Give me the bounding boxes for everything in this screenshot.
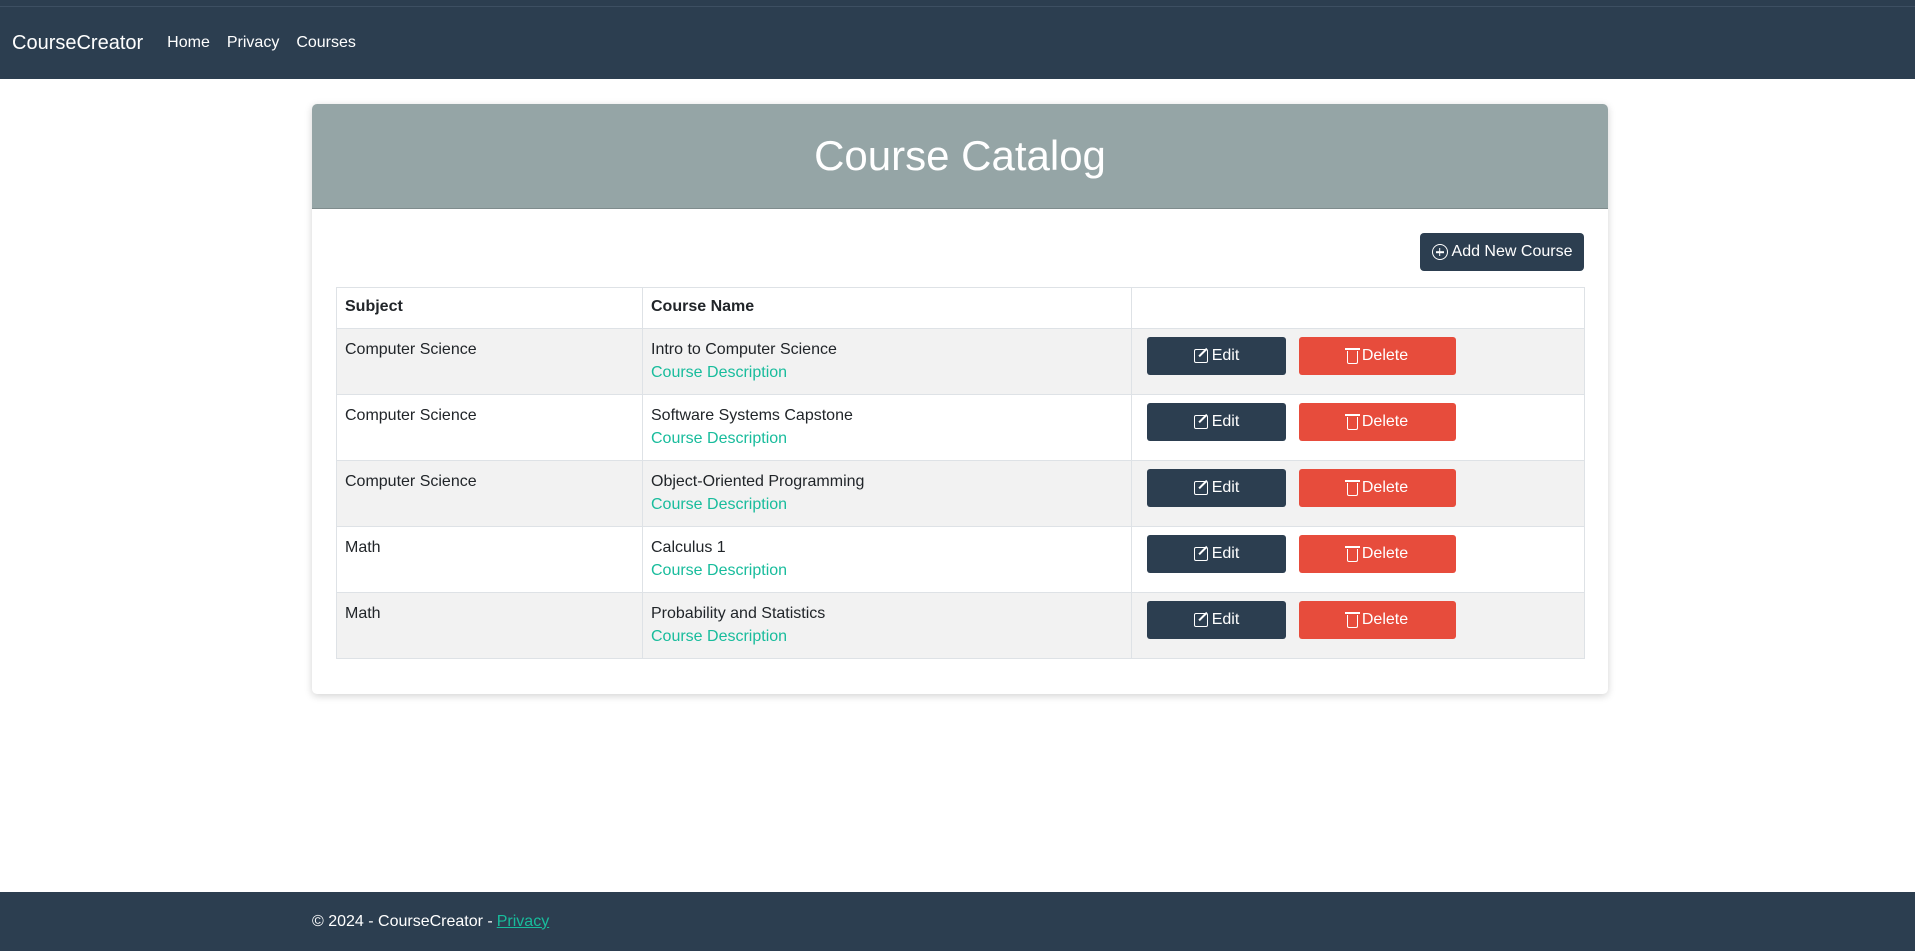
course-name: Object-Oriented Programming xyxy=(651,473,865,490)
course-name: Calculus 1 xyxy=(651,539,726,556)
delete-button[interactable]: Delete xyxy=(1299,601,1456,639)
cell-actions: Edit Delete xyxy=(1131,328,1585,395)
header-course-name: Course Name xyxy=(642,287,1132,329)
edit-button[interactable]: Edit xyxy=(1147,535,1286,573)
edit-label: Edit xyxy=(1211,413,1240,430)
edit-button[interactable]: Edit xyxy=(1147,601,1286,639)
delete-label: Delete xyxy=(1361,611,1409,628)
edit-button[interactable]: Edit xyxy=(1147,403,1286,441)
cell-course-name: Intro to Computer Science Course Descrip… xyxy=(642,328,1132,395)
trash-icon xyxy=(1344,480,1360,496)
table-row: Computer Science Software Systems Capsto… xyxy=(336,394,1585,461)
edit-icon xyxy=(1193,547,1208,561)
navbar: CourseCreator Home Privacy Courses xyxy=(0,7,1915,79)
nav-home[interactable]: Home xyxy=(167,34,210,52)
cell-actions: Edit Delete xyxy=(1131,394,1585,461)
header-actions xyxy=(1131,287,1585,329)
table-row: Computer Science Object-Oriented Program… xyxy=(336,460,1585,527)
cell-subject: Math xyxy=(336,592,643,659)
delete-label: Delete xyxy=(1361,545,1409,562)
edit-label: Edit xyxy=(1211,611,1240,628)
cell-course-name: Calculus 1 Course Description xyxy=(642,526,1132,593)
delete-button[interactable]: Delete xyxy=(1299,469,1456,507)
top-strip xyxy=(0,0,1915,7)
cell-subject: Computer Science xyxy=(336,394,643,461)
delete-label: Delete xyxy=(1361,413,1409,430)
delete-button[interactable]: Delete xyxy=(1299,337,1456,375)
cell-course-name: Probability and Statistics Course Descri… xyxy=(642,592,1132,659)
delete-button[interactable]: Delete xyxy=(1299,535,1456,573)
footer: © 2024 - CourseCreator - Privacy xyxy=(0,892,1915,951)
course-description-link[interactable]: Course Description xyxy=(651,562,1123,580)
table-row: Math Calculus 1 Course Description Edit … xyxy=(336,526,1585,593)
trash-icon xyxy=(1344,414,1360,430)
delete-label: Delete xyxy=(1361,347,1409,364)
nav-courses[interactable]: Courses xyxy=(296,34,356,52)
edit-label: Edit xyxy=(1211,479,1240,496)
delete-label: Delete xyxy=(1361,479,1409,496)
course-name: Intro to Computer Science xyxy=(651,341,837,358)
page-title: Course Catalog xyxy=(814,132,1106,179)
cell-actions: Edit Delete xyxy=(1131,460,1585,527)
course-description-link[interactable]: Course Description xyxy=(651,496,1123,514)
course-name: Software Systems Capstone xyxy=(651,407,853,424)
cell-actions: Edit Delete xyxy=(1131,526,1585,593)
course-name: Probability and Statistics xyxy=(651,605,826,622)
card-header: Course Catalog xyxy=(312,104,1608,209)
footer-privacy-link[interactable]: Privacy xyxy=(497,913,549,931)
trash-icon xyxy=(1344,348,1360,364)
course-description-link[interactable]: Course Description xyxy=(651,628,1123,646)
course-catalog-card: Course Catalog Add New Course Subject Co… xyxy=(312,104,1608,694)
cell-course-name: Object-Oriented Programming Course Descr… xyxy=(642,460,1132,527)
edit-icon xyxy=(1193,349,1208,363)
table-row: Math Probability and Statistics Course D… xyxy=(336,592,1585,659)
course-description-link[interactable]: Course Description xyxy=(651,364,1123,382)
add-new-course-button[interactable]: Add New Course xyxy=(1420,233,1584,271)
edit-label: Edit xyxy=(1211,545,1240,562)
delete-button[interactable]: Delete xyxy=(1299,403,1456,441)
header-subject: Subject xyxy=(336,287,643,329)
cell-course-name: Software Systems Capstone Course Descrip… xyxy=(642,394,1132,461)
edit-icon xyxy=(1193,613,1208,627)
cell-subject: Computer Science xyxy=(336,460,643,527)
add-new-course-label: Add New Course xyxy=(1451,243,1573,260)
course-description-link[interactable]: Course Description xyxy=(651,430,1123,448)
cell-subject: Computer Science xyxy=(336,328,643,395)
footer-copyright: © 2024 - CourseCreator - xyxy=(312,912,493,930)
edit-button[interactable]: Edit xyxy=(1147,337,1286,375)
nav-privacy[interactable]: Privacy xyxy=(227,34,279,52)
edit-icon xyxy=(1193,481,1208,495)
edit-label: Edit xyxy=(1211,347,1240,364)
table-header-row: Subject Course Name xyxy=(336,287,1585,329)
trash-icon xyxy=(1344,612,1360,628)
courses-table: Subject Course Name Computer Science Int… xyxy=(336,287,1585,659)
edit-icon xyxy=(1193,415,1208,429)
cell-subject: Math xyxy=(336,526,643,593)
table-row: Computer Science Intro to Computer Scien… xyxy=(336,328,1585,395)
edit-button[interactable]: Edit xyxy=(1147,469,1286,507)
brand-link[interactable]: CourseCreator xyxy=(12,32,143,55)
trash-icon xyxy=(1344,546,1360,562)
plus-circle-icon xyxy=(1431,244,1448,260)
cell-actions: Edit Delete xyxy=(1131,592,1585,659)
